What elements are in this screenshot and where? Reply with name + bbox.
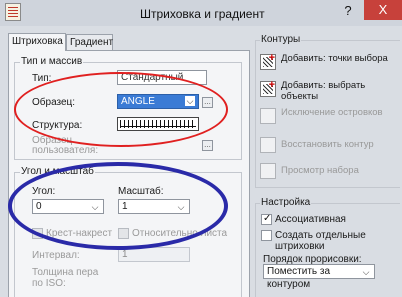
associative-checkbox[interactable] bbox=[261, 213, 272, 225]
options-group-label: Настройка bbox=[260, 197, 312, 208]
separate-hatches-checkbox[interactable] bbox=[261, 230, 272, 241]
add-select-objects-button[interactable]: Добавить: выбрать объекты bbox=[255, 79, 400, 107]
view-selections-label: Просмотр набора bbox=[281, 165, 359, 176]
boundaries-group-label: Контуры bbox=[260, 34, 302, 45]
remove-islands-button[interactable]: Исключение островков bbox=[255, 106, 400, 134]
draw-order-select[interactable]: Поместить за контуром ⌵ bbox=[263, 264, 375, 290]
blue-annotation-ellipse bbox=[8, 162, 228, 250]
custom-pattern-browse-button[interactable]: ... bbox=[202, 140, 213, 151]
app-icon bbox=[5, 3, 21, 21]
associative-label: Ассоциативная bbox=[275, 214, 346, 225]
pick-points-icon bbox=[260, 52, 276, 70]
help-button[interactable]: ? bbox=[342, 3, 354, 19]
add-select-objects-label: Добавить: выбрать объекты bbox=[281, 80, 366, 102]
type-pattern-group-label: Тип и массив bbox=[20, 56, 84, 67]
add-pick-points-label: Добавить: точки выбора bbox=[281, 53, 388, 64]
window-title: Штриховка и градиент bbox=[140, 7, 265, 21]
magnifier-icon bbox=[260, 163, 276, 179]
iso-pen-width-label: Толщина пера по ISO: bbox=[32, 267, 99, 289]
add-pick-points-button[interactable]: Добавить: точки выбора bbox=[255, 52, 400, 80]
remove-boundaries-icon bbox=[260, 108, 276, 124]
chevron-down-icon: ⌵ bbox=[362, 267, 370, 277]
recreate-boundary-label: Восстановить контур bbox=[281, 139, 374, 150]
remove-islands-label: Исключение островков bbox=[281, 107, 383, 118]
tab-hatch[interactable]: Штриховка bbox=[8, 33, 66, 51]
recreate-boundary-button[interactable]: Восстановить контур bbox=[255, 135, 400, 163]
close-button[interactable]: X bbox=[364, 0, 402, 20]
view-selections-button[interactable]: Просмотр набора bbox=[255, 161, 400, 189]
hatch-gradient-dialog: Штриховка и градиент ? X Штриховка Гради… bbox=[0, 0, 402, 297]
spacing-input-value: 1 bbox=[122, 249, 128, 260]
spacing-label: Интервал: bbox=[32, 250, 80, 261]
red-annotation-ellipse bbox=[14, 72, 228, 147]
separate-hatches-label: Создать отдельные штриховки bbox=[275, 230, 366, 252]
select-objects-icon bbox=[260, 79, 276, 97]
recreate-boundary-icon bbox=[260, 137, 276, 153]
tab-gradient[interactable]: Градиент bbox=[66, 34, 113, 50]
title-bar: Штриховка и градиент ? X bbox=[0, 0, 402, 26]
